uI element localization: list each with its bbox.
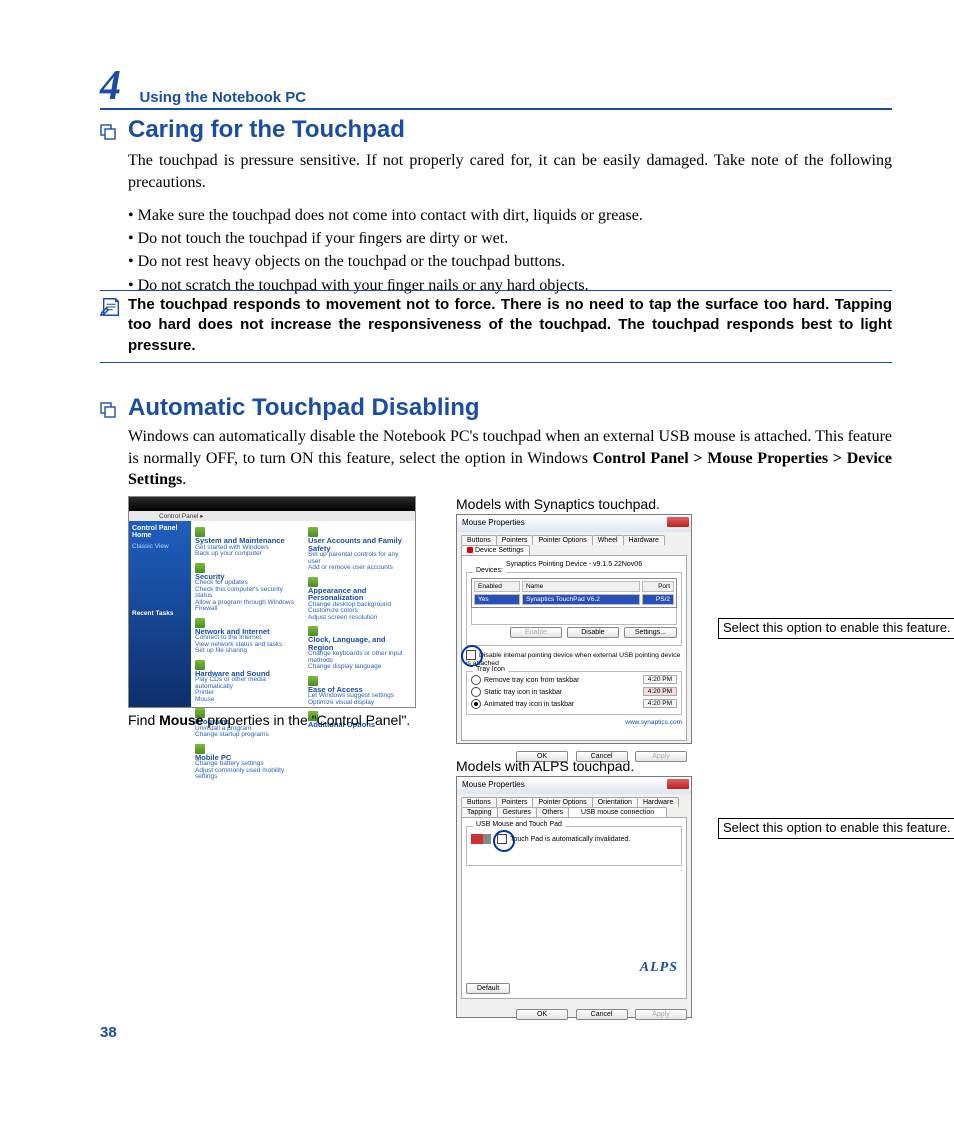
enable-button[interactable]: Enable bbox=[510, 627, 562, 638]
note-text: The touchpad responds to movement not to… bbox=[100, 291, 892, 362]
alps-dialog: Mouse Properties ButtonsPointersPointer … bbox=[456, 776, 692, 1018]
tab-hardware[interactable]: Hardware bbox=[623, 535, 665, 545]
highlight-circle-icon bbox=[461, 645, 483, 667]
synaptics-dialog: Mouse Properties ButtonsPointersPointer … bbox=[456, 514, 692, 744]
section2-intro: Windows can automatically disable the No… bbox=[128, 426, 892, 491]
tab-row: ButtonsPointersPointer OptionsWheelHardw… bbox=[457, 532, 691, 555]
disable-internal-label: Disable internal pointing device when ex… bbox=[466, 652, 680, 667]
tab-pointers[interactable]: Pointers bbox=[496, 535, 534, 545]
section2-icon bbox=[100, 396, 116, 418]
section1-intro: The touchpad is pressure sensitive. If n… bbox=[128, 150, 892, 193]
caption-synaptics: Models with Synaptics touchpad. bbox=[456, 496, 660, 512]
callout-alps: Select this option to enable this featur… bbox=[718, 818, 954, 839]
list-item: Do not rest heavy objects on the touchpa… bbox=[128, 250, 892, 273]
tray-remove-radio[interactable] bbox=[471, 675, 481, 685]
synaptics-link[interactable]: www.synaptics.com bbox=[466, 719, 682, 726]
callout-synaptics: Select this option to enable this featur… bbox=[718, 618, 954, 639]
auto-invalidate-label: Touch Pad is automatically invalidated. bbox=[510, 836, 630, 843]
alps-logo: ALPS bbox=[640, 960, 678, 976]
list-item: Do not touch the touchpad if your ﬁngers… bbox=[128, 227, 892, 250]
tab-wheel[interactable]: Wheel bbox=[592, 535, 624, 545]
tab-others[interactable]: Others bbox=[536, 807, 569, 817]
header-rule bbox=[100, 108, 892, 110]
chapter-number: 4 bbox=[100, 62, 121, 110]
page-number: 38 bbox=[100, 1024, 117, 1041]
tab-pointer-options[interactable]: Pointer Options bbox=[532, 797, 592, 807]
highlight-circle-icon bbox=[493, 830, 515, 852]
tab-buttons[interactable]: Buttons bbox=[461, 797, 497, 807]
chapter-header: 4 Using the Notebook PC bbox=[100, 62, 882, 110]
tab-tapping[interactable]: Tapping bbox=[461, 807, 498, 817]
tray-static-radio[interactable] bbox=[471, 687, 481, 697]
default-button[interactable]: Default bbox=[466, 983, 510, 994]
cancel-button[interactable]: Cancel bbox=[576, 1009, 628, 1020]
section1-icon bbox=[100, 118, 116, 140]
tab-buttons[interactable]: Buttons bbox=[461, 535, 497, 545]
apply-button[interactable]: Apply bbox=[635, 1009, 687, 1020]
tab-hardware[interactable]: Hardware bbox=[637, 797, 679, 807]
apply-button[interactable]: Apply bbox=[635, 751, 687, 762]
caption-alps: Models with ALPS touchpad. bbox=[456, 758, 634, 774]
tab-pointer-options[interactable]: Pointer Options bbox=[532, 535, 592, 545]
close-icon[interactable] bbox=[667, 779, 689, 789]
note-block: The touchpad responds to movement not to… bbox=[100, 290, 892, 363]
precaution-list: Make sure the touchpad does not come int… bbox=[128, 204, 892, 297]
tray-animated-radio[interactable] bbox=[471, 699, 481, 709]
tab-device-settings[interactable]: Device Settings bbox=[461, 545, 530, 555]
control-panel-screenshot: Control Panel ▸ Control Panel Home Class… bbox=[128, 496, 416, 708]
synaptics-logo-icon bbox=[467, 547, 473, 553]
note-icon bbox=[100, 296, 122, 318]
tab-gestures[interactable]: Gestures bbox=[497, 807, 537, 817]
section2-heading: Automatic Touchpad Disabling bbox=[128, 394, 480, 422]
close-icon[interactable] bbox=[667, 517, 689, 527]
section1-heading: Caring for the Touchpad bbox=[128, 116, 405, 144]
list-item: Make sure the touchpad does not come int… bbox=[128, 204, 892, 227]
disable-button[interactable]: Disable bbox=[567, 627, 619, 638]
tab-pointers[interactable]: Pointers bbox=[496, 797, 534, 807]
ok-button[interactable]: OK bbox=[516, 1009, 568, 1020]
chapter-title: Using the Notebook PC bbox=[139, 89, 306, 106]
settings-button[interactable]: Settings... bbox=[624, 627, 677, 638]
tab-orientation[interactable]: Orientation bbox=[592, 797, 638, 807]
tab-usb-mouse[interactable]: USB mouse connection bbox=[568, 807, 667, 817]
caption-control-panel: Find Mouse properties in the "Control Pa… bbox=[128, 712, 410, 728]
